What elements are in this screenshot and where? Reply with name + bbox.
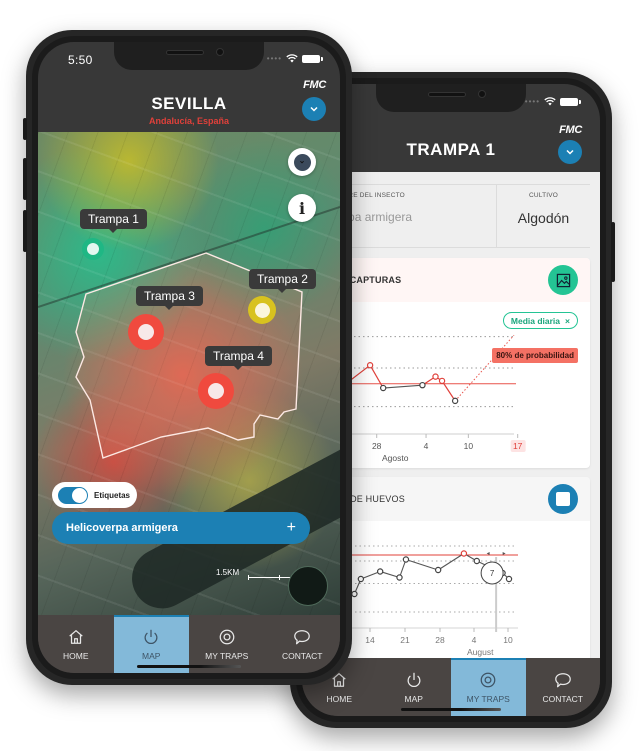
power-icon xyxy=(144,629,158,644)
battery-icon xyxy=(560,97,581,106)
notch xyxy=(376,84,526,112)
trap-3-label[interactable]: Trampa 3 xyxy=(136,286,203,310)
toggle-label: Etiquetas xyxy=(94,490,131,500)
x-tick-label: 17 xyxy=(513,441,523,451)
crop-value: Algodón xyxy=(517,210,570,226)
data-point[interactable] xyxy=(357,575,365,583)
series-segment xyxy=(369,364,384,389)
x-tick-label: 10 xyxy=(464,441,474,451)
home-indicator xyxy=(401,708,501,711)
crop-info: CULTIVO Algodón xyxy=(496,185,590,247)
tab-label: MAP xyxy=(142,650,161,661)
series-segment xyxy=(405,558,439,571)
labels-toggle[interactable]: Etiquetas xyxy=(52,482,137,508)
target-icon xyxy=(480,672,496,687)
prev-arrow-icon[interactable]: ◂ xyxy=(487,551,490,557)
cursor-value: 7 xyxy=(490,569,495,578)
series-segment xyxy=(383,384,423,389)
chat-bubble-icon xyxy=(554,672,571,687)
tab-label: MY TRAPS xyxy=(205,650,249,661)
x-tick-label: 4 xyxy=(472,635,477,645)
battery-icon xyxy=(302,54,323,63)
tab-label: MAP xyxy=(404,693,423,704)
data-point[interactable] xyxy=(366,362,374,369)
dropdown-button[interactable] xyxy=(558,140,582,164)
power-side-button xyxy=(611,222,615,282)
notch xyxy=(114,42,264,70)
tab-contact[interactable]: CONTACT xyxy=(526,658,601,716)
tab-label: CONTACT xyxy=(542,693,583,704)
data-point[interactable] xyxy=(451,397,459,405)
satellite-heat-map[interactable]: i Trampa 1 Trampa 2 Trampa 3 Trampa 4 Et… xyxy=(38,132,340,617)
x-tick-label: 14 xyxy=(365,635,375,645)
wifi-icon xyxy=(544,97,556,106)
info-button[interactable]: i xyxy=(288,194,316,222)
home-icon xyxy=(69,629,83,644)
tab-label: CONTACT xyxy=(282,650,323,661)
toggle-switch[interactable] xyxy=(58,486,88,504)
signal-icon: •••• xyxy=(266,54,282,63)
data-point[interactable] xyxy=(434,566,442,574)
data-point[interactable] xyxy=(432,373,439,380)
info-icon: i xyxy=(298,198,306,218)
month-label: August xyxy=(467,647,494,657)
power-icon xyxy=(407,672,421,687)
location-subtitle: Andalucía, España xyxy=(148,116,230,126)
mute-switch xyxy=(23,118,27,140)
trap-4-label[interactable]: Trampa 4 xyxy=(205,346,272,370)
chat-bubble-icon xyxy=(294,629,311,644)
x-tick-label: 21 xyxy=(400,635,410,645)
data-point[interactable] xyxy=(396,574,403,581)
data-point[interactable] xyxy=(376,568,384,575)
target-icon xyxy=(219,629,235,644)
data-point[interactable] xyxy=(351,590,358,598)
insect-name: Helicoverpa armigera xyxy=(66,522,178,534)
scale-label: 1.5KM xyxy=(216,568,240,577)
clock-icon xyxy=(293,153,311,171)
x-tick-label: 10 xyxy=(503,635,513,645)
plus-icon[interactable]: + xyxy=(287,519,296,537)
compass-icon[interactable] xyxy=(288,566,328,606)
trap-1-marker[interactable] xyxy=(82,238,104,260)
page-title: SEVILLA xyxy=(151,94,227,113)
trap-2-marker[interactable] xyxy=(248,296,276,324)
trap-3-marker[interactable] xyxy=(128,314,164,350)
trap-4-marker[interactable] xyxy=(198,373,234,409)
map-screen: 5:50 •••• FMC SEVILLA Andalucía, España xyxy=(38,42,340,673)
wifi-icon xyxy=(286,54,298,63)
volume-down-button xyxy=(23,210,27,252)
tab-label: MY TRAPS xyxy=(466,693,510,704)
data-point[interactable] xyxy=(473,557,480,565)
x-tick-label: 28 xyxy=(435,635,445,645)
tab-label: HOME xyxy=(326,693,353,704)
probability-badge: 80% de probabilidad xyxy=(492,348,578,363)
x-tick-label: 4 xyxy=(424,441,429,451)
insect-selector-button[interactable]: Helicoverpa armigera + xyxy=(52,512,310,544)
trap-2-label[interactable]: Trampa 2 xyxy=(249,269,316,293)
data-point[interactable] xyxy=(379,384,387,392)
history-button[interactable] xyxy=(288,148,316,176)
phone-map: 5:50 •••• FMC SEVILLA Andalucía, España xyxy=(23,30,352,685)
crop-label: CULTIVO xyxy=(528,192,559,199)
data-point[interactable] xyxy=(402,556,410,563)
data-point[interactable] xyxy=(505,575,513,583)
volume-up-button xyxy=(23,158,27,200)
x-tick-label: 28 xyxy=(372,441,382,451)
data-point[interactable] xyxy=(419,381,426,389)
home-indicator xyxy=(137,665,241,668)
chevron-down-icon xyxy=(566,149,574,155)
series-segment xyxy=(437,553,465,571)
fmc-logo: FMC xyxy=(559,124,582,136)
status-time: 5:50 xyxy=(68,53,93,67)
next-arrow-icon[interactable]: ▸ xyxy=(503,551,506,557)
month-label: Agosto xyxy=(382,453,409,463)
tab-label: HOME xyxy=(63,650,89,661)
trap-1-label[interactable]: Trampa 1 xyxy=(80,209,147,233)
tab-contact[interactable]: CONTACT xyxy=(265,615,341,673)
data-point[interactable] xyxy=(460,550,468,557)
signal-icon: •••• xyxy=(524,97,540,106)
data-point[interactable] xyxy=(438,377,446,385)
tab-home[interactable]: HOME xyxy=(38,615,114,673)
